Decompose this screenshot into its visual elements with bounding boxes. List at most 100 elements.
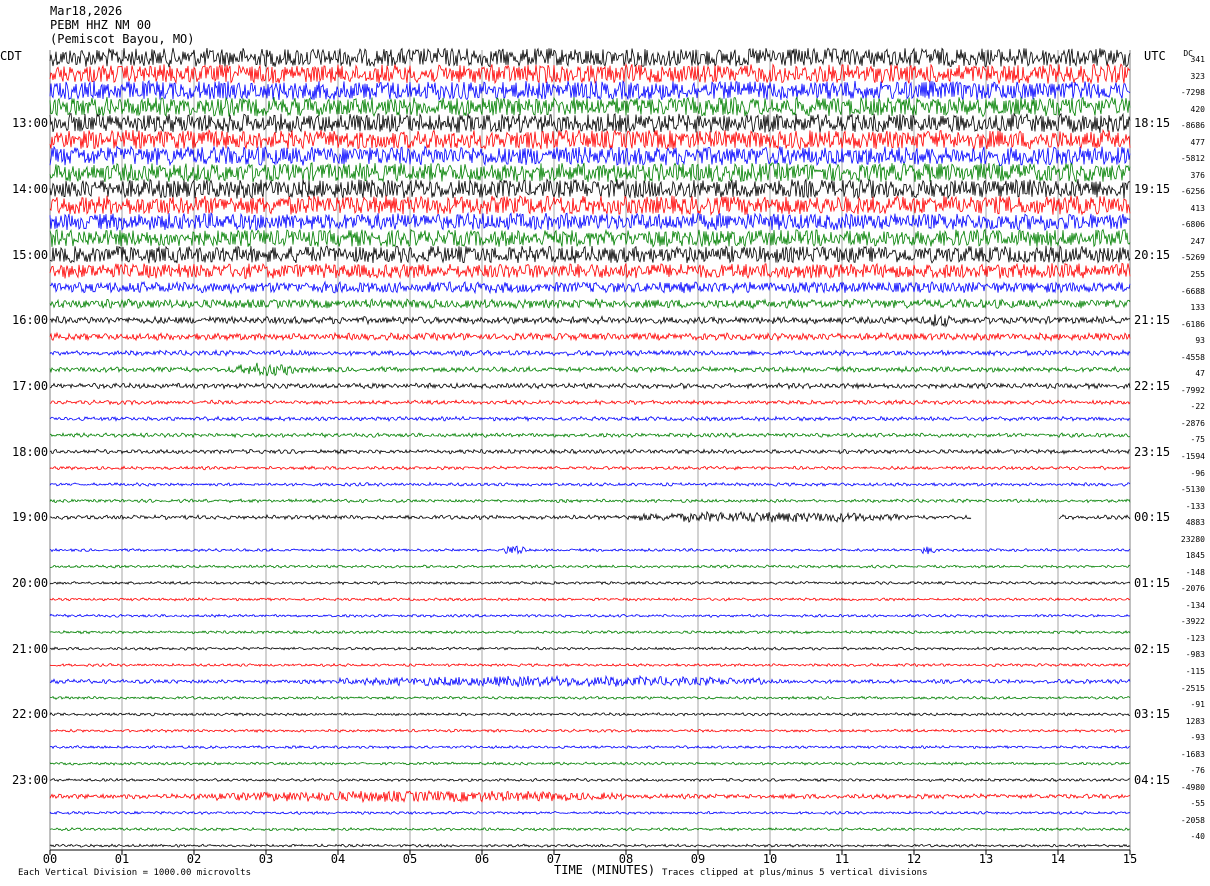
dc-offset-value: -93	[1190, 733, 1205, 743]
trace-row-26	[49, 481, 1131, 488]
trace-row-1	[49, 62, 1131, 85]
trace-row-13	[49, 262, 1131, 280]
trace-row-11	[49, 228, 1131, 248]
dc-offset-value: -2876	[1180, 418, 1205, 428]
dc-offset-value: 1845	[1185, 551, 1205, 561]
dc-offset-value: 23280	[1180, 534, 1205, 544]
seismic-traces	[49, 47, 1131, 848]
trace-row-6	[49, 145, 1131, 167]
trace-row-38	[49, 674, 1131, 688]
trace-row-33	[49, 597, 1131, 602]
dc-offset-value: -22	[1190, 402, 1205, 412]
dc-offset-value: -4558	[1180, 352, 1205, 362]
station-code: PEBM HHZ NM 00	[50, 18, 152, 32]
trace-row-45	[49, 789, 1131, 804]
trace-row-18	[49, 348, 1131, 357]
dc-offset-value: -983	[1185, 650, 1205, 660]
dc-offset-value: -1594	[1180, 451, 1205, 461]
trace-row-17	[49, 331, 1131, 342]
station-location: (Pemiscot Bayou, MO)	[50, 32, 195, 46]
left-hour-label: 21:00	[12, 641, 49, 656]
trace-row-24	[49, 448, 1131, 455]
trace-row-40	[49, 711, 1131, 717]
dc-offset-value: -2515	[1180, 683, 1205, 693]
left-hour-label: 23:00	[12, 772, 49, 787]
dc-offset-value: 341	[1190, 55, 1205, 64]
trace-row-15	[49, 298, 1131, 310]
trace-row-14	[49, 280, 1131, 295]
trace-row-23	[50, 432, 1131, 439]
trace-row-47	[49, 826, 1130, 832]
dc-offset-value: -76	[1190, 766, 1205, 776]
dc-offset-value: -4980	[1180, 782, 1205, 792]
trace-row-35	[49, 629, 1131, 635]
dc-offset-value: 1283	[1185, 716, 1205, 726]
x-axis-ticks	[49, 850, 1131, 855]
dc-offset-value: -2076	[1180, 584, 1205, 594]
left-hour-label: 22:00	[12, 707, 49, 722]
trace-row-44	[49, 777, 1131, 783]
trace-row-34	[49, 613, 1131, 618]
dc-offset-value: -6806	[1180, 220, 1205, 230]
trace-row-43	[49, 761, 1131, 766]
dc-offset-value: 4883	[1185, 518, 1205, 528]
trace-row-46	[49, 810, 1131, 816]
x-tick-label: 06	[474, 852, 490, 866]
trace-row-8	[49, 178, 1131, 200]
trace-row-10	[49, 211, 1131, 232]
trace-row-19	[49, 362, 1131, 377]
trace-row-3	[49, 95, 1131, 118]
trace-row-48	[49, 843, 1131, 848]
tz-left-label: CDT	[0, 49, 22, 63]
left-hour-label: 13:00	[12, 116, 49, 131]
clip-note: Traces clipped at plus/minus 5 vertical …	[662, 868, 928, 878]
left-hour-label: 15:00	[12, 247, 49, 262]
left-hour-label: 19:00	[12, 510, 49, 525]
trace-row-5	[49, 128, 1131, 151]
dc-offset-value: -40	[1190, 832, 1205, 842]
trace-row-39	[50, 695, 1131, 701]
scale-note: Each Vertical Division = 1000.00 microvo…	[18, 868, 251, 878]
x-tick-label: 01	[114, 852, 130, 866]
dc-offset-value: -91	[1190, 700, 1205, 710]
dc-offset-value: -115	[1185, 666, 1205, 676]
trace-row-20	[49, 382, 1131, 391]
dc-offset-value: -6688	[1180, 286, 1205, 296]
dc-offset-value: -75	[1190, 435, 1205, 445]
trace-row-37	[49, 662, 1131, 668]
chart-date: Mar18,2026	[50, 4, 123, 18]
x-tick-label: 04	[330, 852, 346, 866]
left-hour-label: 20:00	[12, 575, 49, 590]
trace-row-31	[49, 564, 1131, 569]
trace-row-12	[49, 244, 1131, 264]
left-hour-label: 14:00	[12, 181, 49, 196]
dc-offset-value: 376	[1190, 170, 1205, 180]
trace-row-22	[49, 415, 1131, 423]
trace-row-28	[49, 510, 1131, 524]
dc-offset-value: 420	[1190, 104, 1205, 114]
x-tick-label: 13	[978, 852, 994, 866]
dc-offset-value: -5269	[1180, 253, 1205, 263]
trace-row-32	[49, 580, 1131, 586]
dc-offset-value: -7298	[1180, 88, 1205, 98]
trace-row-27	[49, 498, 1131, 504]
trace-row-30	[49, 545, 1131, 555]
dc-offset-value: -1683	[1180, 749, 1205, 759]
dc-offset-value: -55	[1190, 799, 1205, 809]
dc-offset-value: 93	[1195, 336, 1205, 346]
left-hour-label: 16:00	[12, 313, 49, 328]
dc-offset-value: 247	[1190, 236, 1205, 246]
dc-offset-value: -134	[1185, 600, 1205, 610]
x-tick-label: 11	[834, 852, 850, 866]
x-tick-label: 05	[402, 852, 418, 866]
left-hour-label: 18:00	[12, 444, 49, 459]
dc-offset-value: -2058	[1180, 815, 1205, 825]
dc-offset-value: -133	[1185, 501, 1205, 511]
x-tick-label: 09	[690, 852, 706, 866]
dc-offset-value: -148	[1185, 567, 1205, 577]
left-hour-label: 17:00	[12, 378, 49, 393]
x-axis-title: TIME (MINUTES)	[554, 863, 656, 877]
dc-offset-value: -5812	[1180, 154, 1205, 164]
trace-row-2	[49, 79, 1131, 102]
dc-offset-value: 47	[1195, 369, 1205, 379]
